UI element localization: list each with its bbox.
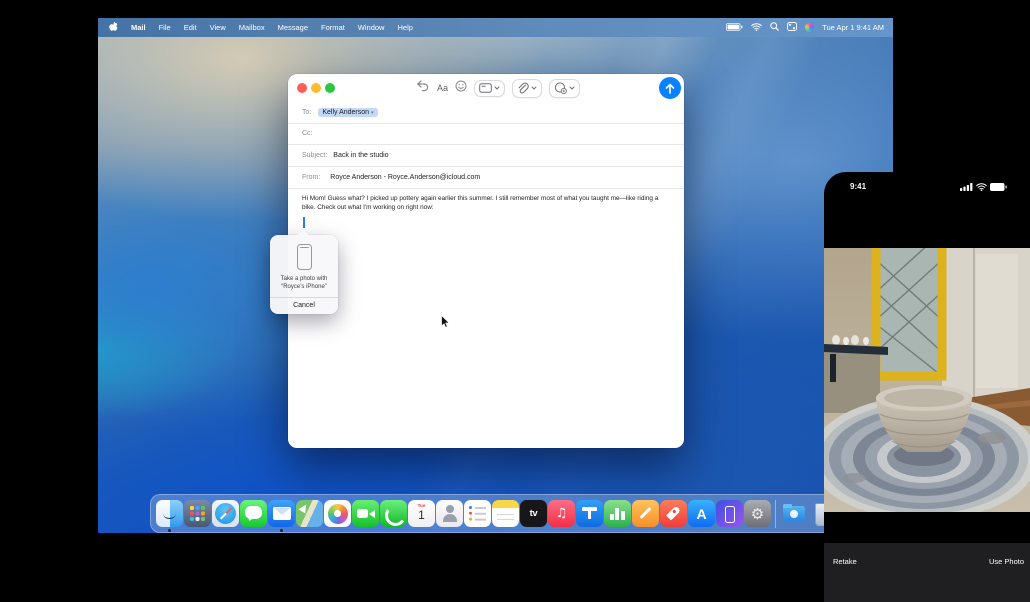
apple-logo-icon[interactable] bbox=[109, 21, 118, 34]
popover-text: Take a photo with bbox=[270, 275, 338, 283]
cc-field[interactable]: Cc: bbox=[288, 123, 684, 145]
dock-apple-tv-icon[interactable]: tv bbox=[520, 500, 547, 527]
menu-edit[interactable]: Edit bbox=[184, 23, 197, 32]
undo-icon[interactable] bbox=[416, 79, 430, 97]
subject-label: Subject: bbox=[302, 152, 327, 159]
chevron-down-icon: ▾ bbox=[371, 110, 374, 116]
download-arrow-icon bbox=[790, 510, 798, 518]
from-label: From: bbox=[302, 174, 320, 181]
chevron-down-icon bbox=[494, 86, 500, 90]
dock-pages-icon[interactable] bbox=[632, 500, 659, 527]
insert-photo-button[interactable] bbox=[549, 79, 580, 98]
iphone-screen: 9:41 bbox=[824, 172, 1030, 602]
dock-calendar-icon[interactable]: Tue 1 bbox=[408, 500, 435, 527]
battery-icon bbox=[990, 183, 1007, 191]
minimize-window-button[interactable] bbox=[311, 83, 321, 93]
from-field[interactable]: From: Royce Anderson - Royce.Anderson@ic… bbox=[288, 166, 684, 189]
header-fields-button[interactable] bbox=[474, 80, 505, 97]
use-photo-button[interactable]: Use Photo bbox=[989, 557, 1024, 566]
cellular-signal-icon bbox=[960, 183, 973, 191]
subject-value: Back in the studio bbox=[333, 152, 388, 159]
popover-device-name: “Royce’s iPhone” bbox=[270, 283, 338, 291]
zoom-window-button[interactable] bbox=[325, 83, 335, 93]
dock-photos-icon[interactable] bbox=[324, 500, 351, 527]
dock-numbers-icon[interactable] bbox=[604, 500, 631, 527]
dock-finder-icon[interactable] bbox=[156, 500, 183, 527]
message-body[interactable]: Hi Mom! Guess what? I picked up pottery … bbox=[302, 194, 666, 212]
insert-photo-icon bbox=[554, 82, 567, 94]
menu-view[interactable]: View bbox=[210, 23, 226, 32]
to-label: To: bbox=[302, 109, 311, 116]
attach-button[interactable] bbox=[512, 79, 542, 98]
control-center-icon[interactable] bbox=[787, 22, 797, 33]
cancel-button[interactable]: Cancel bbox=[270, 298, 338, 314]
cc-label: Cc: bbox=[302, 130, 313, 137]
chevron-down-icon bbox=[531, 86, 537, 90]
dock-iphone-mirroring-icon[interactable] bbox=[716, 500, 743, 527]
retake-button[interactable]: Retake bbox=[833, 557, 857, 566]
close-window-button[interactable] bbox=[297, 83, 307, 93]
emoji-icon[interactable] bbox=[455, 79, 467, 97]
dock-rocket-app-icon[interactable] bbox=[660, 500, 687, 527]
dock-contacts-icon[interactable] bbox=[436, 500, 463, 527]
menu-bar-clock[interactable]: Tue Apr 1 9:41 AM bbox=[822, 23, 884, 32]
dock-mail-icon[interactable] bbox=[268, 500, 295, 527]
mac-desktop: Mail File Edit View Mailbox Message Form… bbox=[98, 18, 893, 533]
dock-notes-icon[interactable] bbox=[492, 500, 519, 527]
iphone-status-icons bbox=[960, 183, 1007, 191]
dock-phone-icon[interactable] bbox=[380, 500, 407, 527]
iphone-clock: 9:41 bbox=[850, 182, 866, 191]
subject-field[interactable]: Subject: Back in the studio bbox=[288, 144, 684, 167]
mouse-cursor bbox=[441, 315, 450, 333]
pottery-photo bbox=[824, 248, 1030, 512]
from-value: Royce Anderson - Royce.Anderson@icloud.c… bbox=[330, 174, 480, 181]
to-field[interactable]: To: Kelly Anderson▾ bbox=[288, 102, 684, 124]
dock-app-store-icon[interactable] bbox=[688, 500, 715, 527]
send-button[interactable] bbox=[659, 77, 681, 99]
siri-icon[interactable] bbox=[805, 23, 814, 32]
iphone-icon bbox=[297, 244, 312, 270]
chevron-down-icon bbox=[569, 86, 575, 90]
header-fields-icon bbox=[479, 83, 492, 93]
paperclip-icon bbox=[517, 82, 529, 94]
dock-messages-icon[interactable] bbox=[240, 500, 267, 527]
dock-facetime-icon[interactable] bbox=[352, 500, 379, 527]
take-photo-popover: Take a photo with “Royce’s iPhone” Cance… bbox=[270, 235, 338, 314]
spotlight-icon[interactable] bbox=[770, 22, 779, 33]
menu-mailbox[interactable]: Mailbox bbox=[239, 23, 265, 32]
text-caret bbox=[303, 217, 305, 228]
dock-launchpad-icon[interactable] bbox=[184, 500, 211, 527]
dock-maps-icon[interactable] bbox=[296, 500, 323, 527]
wifi-icon bbox=[976, 183, 987, 191]
menu-mail[interactable]: Mail bbox=[131, 23, 146, 32]
running-indicator bbox=[168, 529, 171, 532]
camera-confirm-bar: Retake Use Photo bbox=[824, 543, 1030, 602]
recipient-token[interactable]: Kelly Anderson▾ bbox=[318, 108, 377, 117]
dock-downloads-folder-icon[interactable] bbox=[780, 500, 807, 527]
menu-file[interactable]: File bbox=[159, 23, 171, 32]
mail-compose-window: Aa To: Kelly Anderson▾ Cc: Subject: bbox=[288, 74, 684, 448]
send-arrow-icon bbox=[664, 82, 676, 95]
wifi-icon[interactable] bbox=[751, 23, 762, 33]
dock-system-settings-icon[interactable] bbox=[744, 500, 771, 527]
menu-format[interactable]: Format bbox=[321, 23, 345, 32]
menu-window[interactable]: Window bbox=[358, 23, 385, 32]
menu-bar: Mail File Edit View Mailbox Message Form… bbox=[98, 18, 893, 37]
dock-divider bbox=[775, 500, 776, 528]
dock-music-icon[interactable] bbox=[548, 500, 575, 527]
dock-safari-icon[interactable] bbox=[212, 500, 239, 527]
dock: Tue 1 tv bbox=[150, 494, 841, 533]
dock-keynote-icon[interactable] bbox=[576, 500, 603, 527]
dock-reminders-icon[interactable] bbox=[464, 500, 491, 527]
battery-icon[interactable] bbox=[726, 23, 743, 33]
format-icon[interactable]: Aa bbox=[437, 83, 448, 93]
menu-help[interactable]: Help bbox=[397, 23, 412, 32]
running-indicator bbox=[280, 529, 283, 532]
menu-message[interactable]: Message bbox=[278, 23, 308, 32]
compose-toolbar: Aa bbox=[416, 77, 596, 99]
